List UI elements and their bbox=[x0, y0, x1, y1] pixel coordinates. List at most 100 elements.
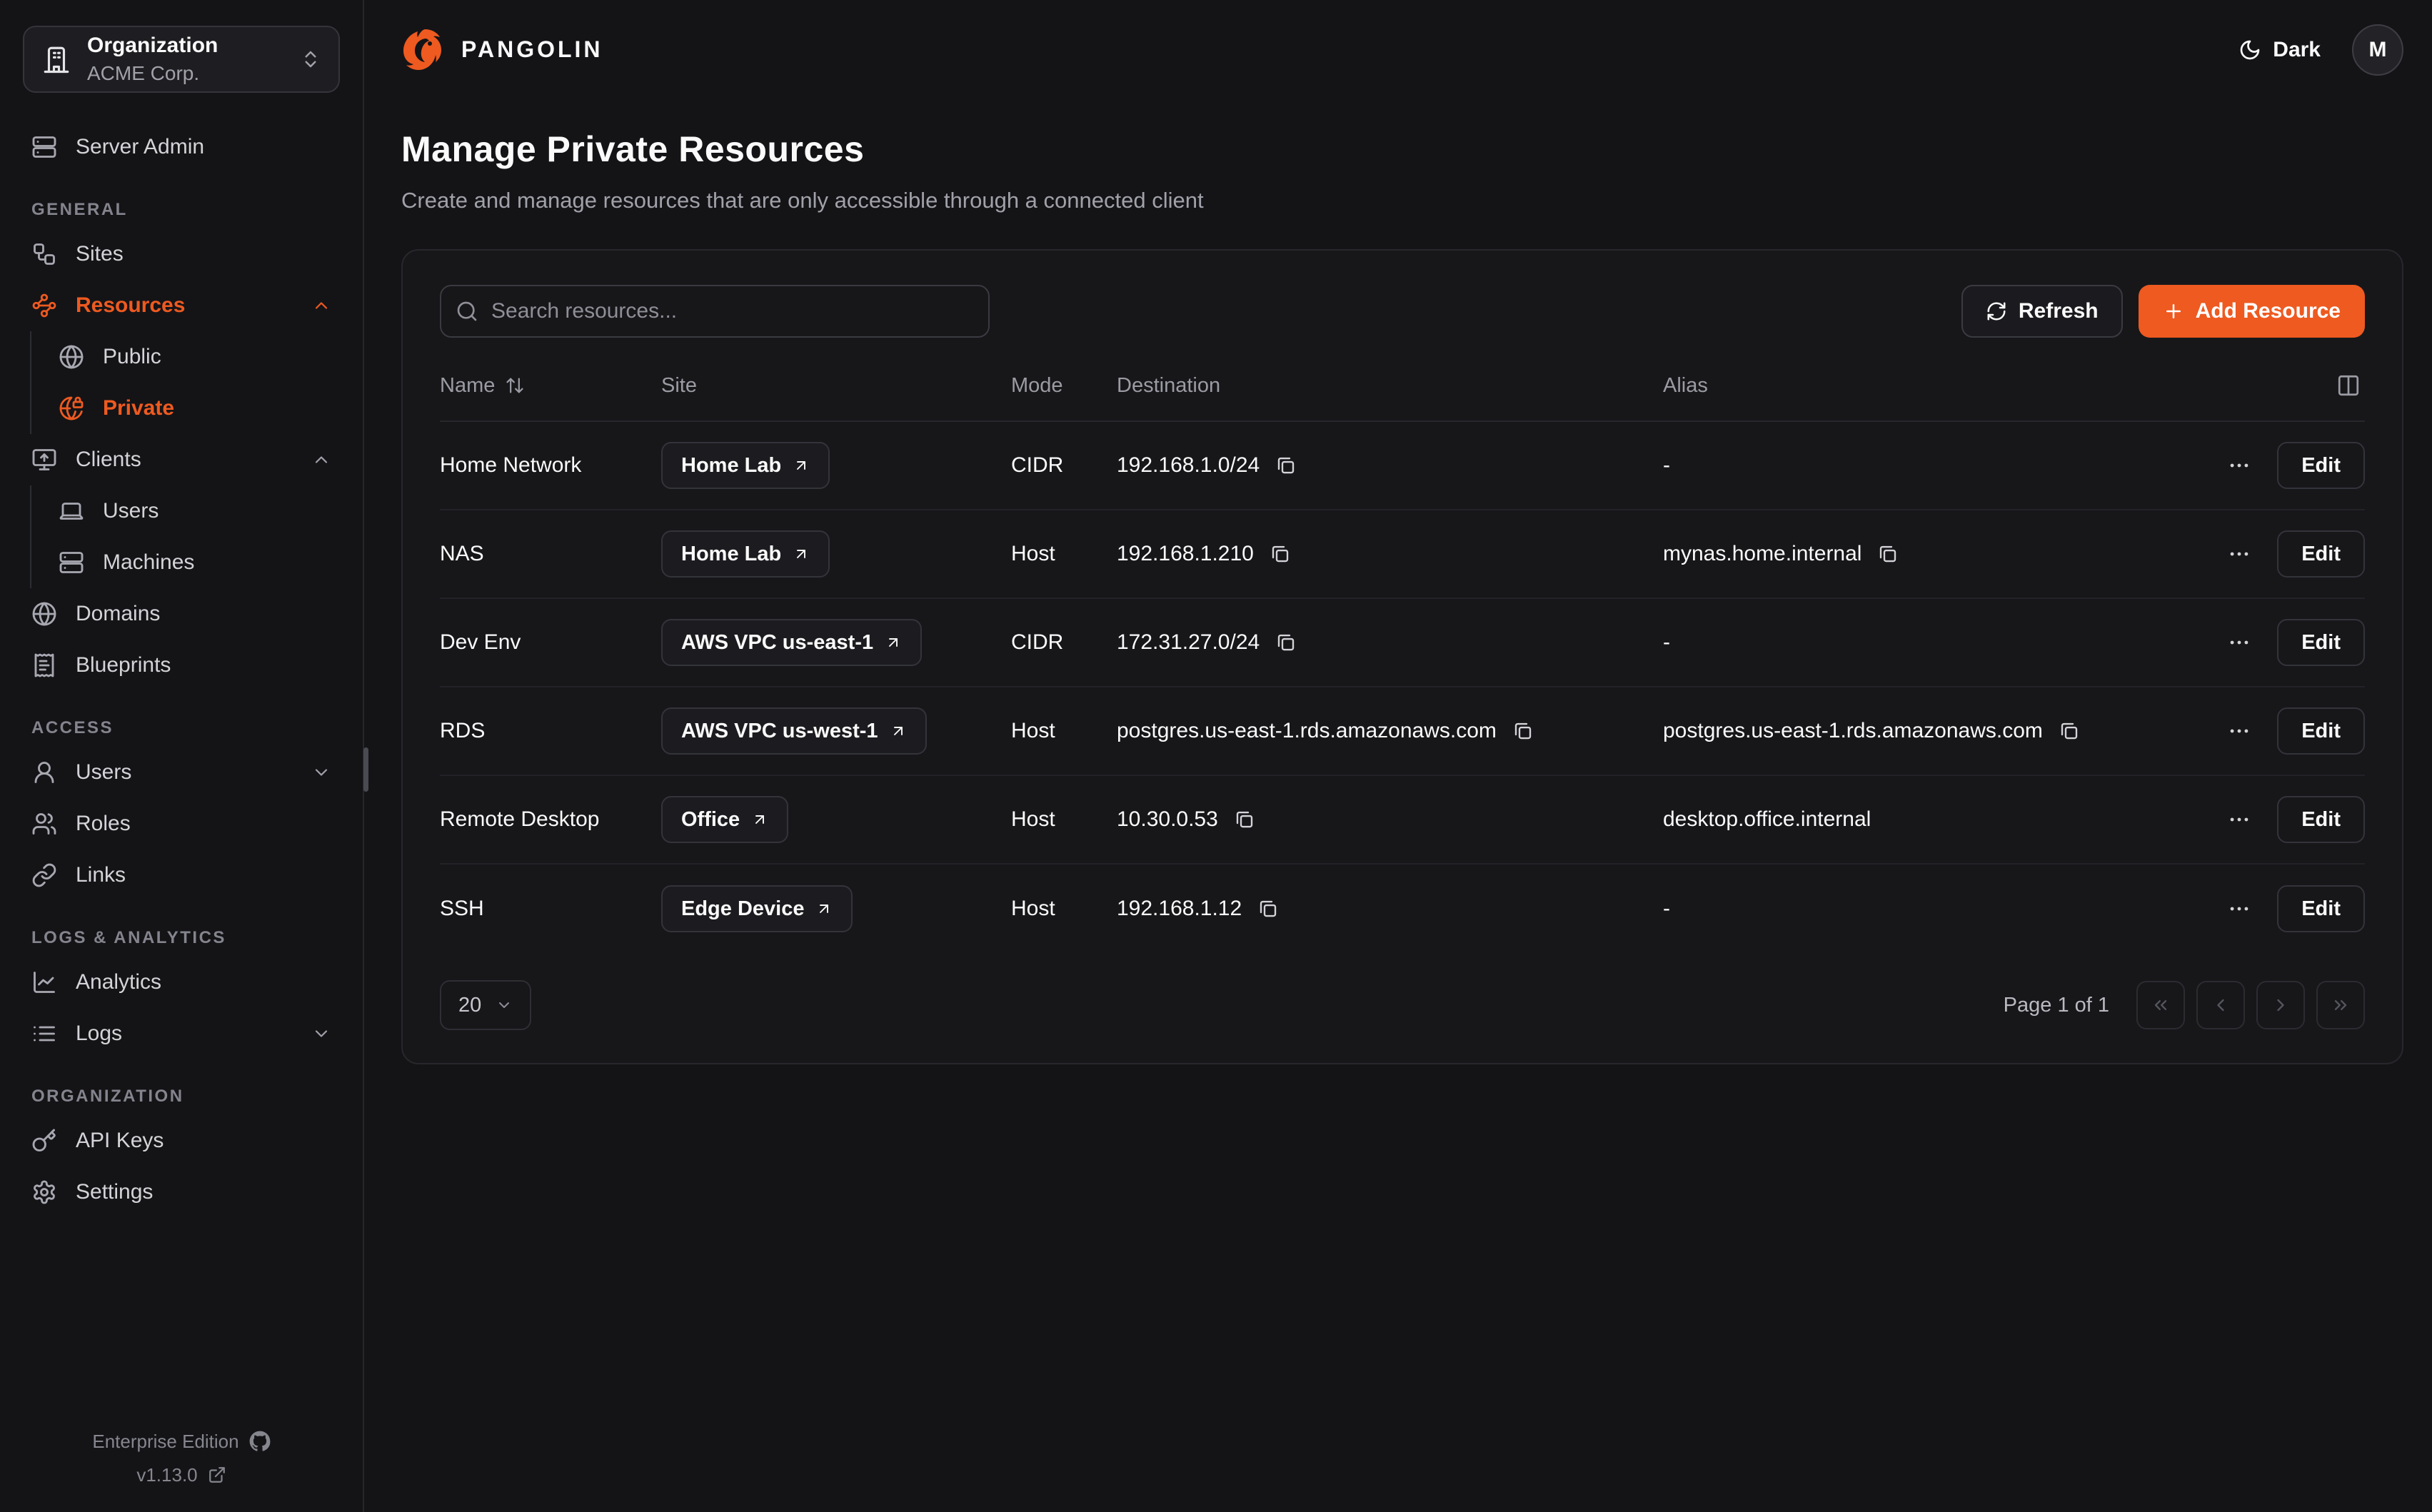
chevron-up-icon bbox=[311, 296, 331, 316]
edit-button[interactable]: Edit bbox=[2277, 619, 2365, 666]
arrow-up-right-icon bbox=[793, 457, 810, 474]
site-link[interactable]: AWS VPC us-east-1 bbox=[661, 619, 922, 666]
sidebar: Organization ACME Corp. Server AdminGENE… bbox=[0, 0, 364, 1512]
sidebar-item-public[interactable]: Public bbox=[50, 331, 340, 383]
copy-destination-button[interactable] bbox=[1272, 629, 1300, 656]
page-size-select[interactable]: 20 bbox=[440, 980, 531, 1030]
page-head: Manage Private Resources Create and mana… bbox=[364, 126, 2432, 215]
add-resource-button[interactable]: Add Resource bbox=[2139, 285, 2365, 338]
site-link[interactable]: Home Lab bbox=[661, 530, 830, 578]
resource-alias: - bbox=[1663, 628, 1670, 657]
resource-mode: Host bbox=[1011, 717, 1117, 746]
settings-icon bbox=[31, 1179, 57, 1205]
avatar[interactable]: M bbox=[2352, 24, 2403, 76]
resource-name: Remote Desktop bbox=[440, 805, 661, 835]
sidebar-item-links[interactable]: Links bbox=[23, 850, 340, 901]
sidebar-item-label: API Keys bbox=[76, 1127, 164, 1156]
sidebar-item-blueprints[interactable]: Blueprints bbox=[23, 640, 340, 691]
sidebar-item-analytics[interactable]: Analytics bbox=[23, 957, 340, 1008]
receipt-icon bbox=[31, 652, 57, 678]
resource-name: Dev Env bbox=[440, 628, 661, 657]
sidebar-item-logs[interactable]: Logs bbox=[23, 1008, 340, 1059]
chevron-up-icon bbox=[311, 450, 331, 470]
copy-alias-button[interactable] bbox=[2056, 717, 2083, 745]
sidebar-item-roles[interactable]: Roles bbox=[23, 798, 340, 850]
org-switcher[interactable]: Organization ACME Corp. bbox=[23, 26, 340, 93]
last-page-button[interactable] bbox=[2316, 981, 2365, 1029]
sidebar-item-private[interactable]: Private bbox=[50, 383, 340, 434]
sidebar-item-users[interactable]: Users bbox=[23, 747, 340, 798]
edit-button[interactable]: Edit bbox=[2277, 442, 2365, 489]
theme-toggle-button[interactable]: Dark bbox=[2238, 36, 2321, 65]
list-icon bbox=[31, 1021, 57, 1047]
edit-button[interactable]: Edit bbox=[2277, 885, 2365, 932]
sidebar-item-api-keys[interactable]: API Keys bbox=[23, 1115, 340, 1166]
next-page-button[interactable] bbox=[2256, 981, 2305, 1029]
edit-button[interactable]: Edit bbox=[2277, 530, 2365, 578]
copy-alias-button[interactable] bbox=[1874, 540, 1901, 568]
search-input[interactable] bbox=[440, 285, 990, 338]
copy-icon bbox=[1275, 632, 1297, 653]
copy-destination-button[interactable] bbox=[1267, 540, 1294, 568]
plus-icon bbox=[2163, 301, 2184, 322]
resources-card: Refresh Add Resource NameSiteModeDestina… bbox=[401, 249, 2403, 1064]
resource-destination: 192.168.1.210 bbox=[1117, 540, 1254, 569]
user-icon bbox=[31, 760, 57, 785]
sidebar-scrollbar[interactable] bbox=[363, 747, 368, 792]
sidebar-item-label: Users bbox=[103, 497, 159, 526]
github-icon[interactable] bbox=[249, 1431, 271, 1452]
globe-lock-icon bbox=[59, 395, 84, 421]
server-icon bbox=[31, 134, 57, 160]
refresh-label: Refresh bbox=[2019, 299, 2099, 323]
sidebar-item-resources[interactable]: Resources bbox=[23, 280, 340, 331]
site-name: AWS VPC us-west-1 bbox=[681, 720, 878, 743]
site-link[interactable]: Office bbox=[661, 796, 788, 843]
site-link[interactable]: AWS VPC us-west-1 bbox=[661, 707, 927, 755]
sidebar-item-settings[interactable]: Settings bbox=[23, 1166, 340, 1218]
chevrons-left-icon bbox=[2151, 995, 2171, 1015]
copy-destination-button[interactable] bbox=[1231, 806, 1258, 833]
sidebar-item-server-admin[interactable]: Server Admin bbox=[23, 121, 340, 173]
copy-destination-button[interactable] bbox=[1509, 717, 1537, 745]
site-name: Home Lab bbox=[681, 543, 781, 566]
sidebar-item-domains[interactable]: Domains bbox=[23, 588, 340, 640]
external-link-icon[interactable] bbox=[208, 1466, 226, 1484]
sidebar-item-clients[interactable]: Clients bbox=[23, 434, 340, 485]
nav-section-organization: ORGANIZATION bbox=[23, 1082, 340, 1111]
row-menu-button[interactable] bbox=[2223, 626, 2256, 659]
copy-destination-button[interactable] bbox=[1272, 452, 1300, 479]
site-link[interactable]: Home Lab bbox=[661, 442, 830, 489]
columns-toggle-button[interactable] bbox=[2332, 369, 2365, 402]
sort-icon bbox=[505, 376, 525, 395]
first-page-button[interactable] bbox=[2136, 981, 2185, 1029]
table-row: RDSAWS VPC us-west-1Hostpostgres.us-east… bbox=[440, 687, 2365, 776]
sidebar-item-sites[interactable]: Sites bbox=[23, 228, 340, 280]
resource-destination: 172.31.27.0/24 bbox=[1117, 628, 1260, 657]
row-menu-button[interactable] bbox=[2223, 892, 2256, 925]
row-menu-button[interactable] bbox=[2223, 803, 2256, 836]
edit-button[interactable]: Edit bbox=[2277, 796, 2365, 843]
column-header-name[interactable]: Name bbox=[440, 372, 661, 400]
resource-destination: 10.30.0.53 bbox=[1117, 805, 1218, 835]
subnav: PublicPrivate bbox=[30, 331, 340, 434]
row-menu-button[interactable] bbox=[2223, 538, 2256, 570]
sidebar-item-machines[interactable]: Machines bbox=[50, 537, 340, 588]
sidebar-item-label: Clients bbox=[76, 445, 141, 475]
prev-page-button[interactable] bbox=[2196, 981, 2245, 1029]
site-link[interactable]: Edge Device bbox=[661, 885, 853, 932]
sidebar-item-users[interactable]: Users bbox=[50, 485, 340, 537]
arrow-up-right-icon bbox=[815, 900, 833, 917]
table-body: Home NetworkHome LabCIDR192.168.1.0/24-E… bbox=[440, 422, 2365, 953]
copy-icon bbox=[2059, 720, 2080, 742]
copy-destination-button[interactable] bbox=[1255, 895, 1282, 922]
page-subtitle: Create and manage resources that are onl… bbox=[401, 186, 2395, 216]
table-footer: 20 Page 1 of 1 bbox=[440, 980, 2365, 1030]
chart-line-icon bbox=[31, 969, 57, 995]
column-header-destination: Destination bbox=[1117, 372, 1663, 400]
row-menu-button[interactable] bbox=[2223, 449, 2256, 482]
edit-button[interactable]: Edit bbox=[2277, 707, 2365, 755]
sidebar-item-label: Links bbox=[76, 861, 126, 890]
row-menu-button[interactable] bbox=[2223, 715, 2256, 747]
refresh-button[interactable]: Refresh bbox=[1961, 285, 2123, 338]
moon-icon bbox=[2238, 39, 2261, 61]
